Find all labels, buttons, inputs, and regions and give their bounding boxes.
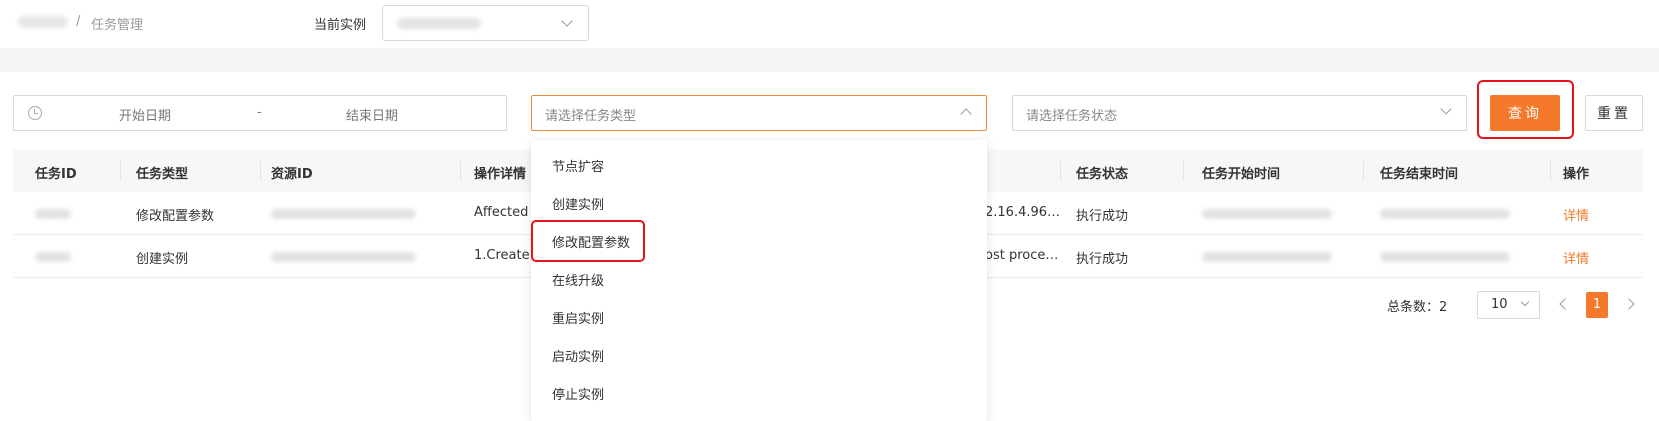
- start-time-blurred: [1202, 252, 1332, 262]
- task-status-cell: 执行成功: [1076, 209, 1129, 224]
- instance-value-blurred: [397, 18, 481, 29]
- task-type-cell: 创建实例: [136, 252, 189, 267]
- detail-link[interactable]: 详情: [1563, 205, 1589, 224]
- column-header-task-status: 任务状态: [1076, 167, 1129, 182]
- instance-select[interactable]: [382, 5, 589, 41]
- resource-id-blurred: [271, 252, 416, 262]
- resource-id-blurred: [271, 209, 416, 219]
- operation-detail-cell: 1.Create: [474, 248, 530, 263]
- start-time-blurred: [1202, 209, 1332, 219]
- chevron-right-icon[interactable]: [1623, 298, 1635, 310]
- chevron-down-icon: [1520, 297, 1530, 307]
- task-type-placeholder: 请选择任务类型: [545, 109, 637, 124]
- clock-icon: [28, 106, 42, 120]
- date-range-picker[interactable]: 开始日期 - 结束日期: [13, 95, 507, 131]
- task-type-cell: 修改配置参数: [136, 209, 215, 224]
- column-header-task-id: 任务ID: [35, 167, 77, 182]
- end-time-blurred: [1380, 209, 1510, 219]
- dropdown-option-create-instance[interactable]: 创建实例: [552, 194, 604, 213]
- breadcrumb-parent-blurred[interactable]: [18, 16, 68, 28]
- column-header-operation-detail: 操作详情: [474, 167, 527, 182]
- instance-label: 当前实例: [314, 18, 367, 33]
- column-divider: [1550, 161, 1551, 181]
- column-divider: [120, 161, 121, 181]
- task-status-placeholder: 请选择任务状态: [1026, 109, 1118, 124]
- column-header-action: 操作: [1563, 167, 1590, 182]
- page-size-value: 10: [1491, 297, 1508, 312]
- chevron-down-icon: [1440, 103, 1452, 115]
- breadcrumb-separator: /: [76, 14, 81, 29]
- task-id-blurred: [35, 209, 71, 219]
- column-divider: [260, 161, 261, 181]
- column-header-task-type: 任务类型: [136, 167, 189, 182]
- column-header-resource-id: 资源ID: [271, 167, 313, 182]
- column-divider: [1060, 161, 1061, 181]
- chevron-up-icon: [960, 108, 972, 120]
- column-header-end-time: 任务结束时间: [1380, 167, 1459, 182]
- start-date-input[interactable]: 开始日期: [119, 105, 171, 124]
- operation-detail-tail: 2.16.4.96…: [985, 205, 1061, 220]
- dropdown-option-highlight-box: [531, 220, 645, 262]
- column-divider: [1363, 161, 1364, 181]
- total-count: 总条数：2: [1387, 300, 1448, 315]
- task-status-select[interactable]: 请选择任务状态: [1012, 95, 1467, 131]
- query-button[interactable]: 查询: [1490, 95, 1560, 131]
- dropdown-option-online-upgrade[interactable]: 在线升级: [552, 270, 604, 289]
- chevron-left-icon[interactable]: [1559, 298, 1571, 310]
- chevron-down-icon: [561, 15, 573, 27]
- page-button-current[interactable]: 1: [1586, 292, 1608, 318]
- dropdown-option-restart-instance[interactable]: 重启实例: [552, 308, 604, 327]
- top-header: / 任务管理 当前实例: [0, 0, 1659, 46]
- column-divider: [1183, 161, 1184, 181]
- column-divider: [460, 161, 461, 181]
- dropdown-option-start-instance[interactable]: 启动实例: [552, 346, 604, 365]
- detail-link[interactable]: 详情: [1563, 248, 1589, 267]
- task-id-blurred: [35, 252, 71, 262]
- operation-detail-tail: ost proce…: [985, 248, 1059, 263]
- dropdown-option-node-scale-out[interactable]: 节点扩容: [552, 156, 604, 175]
- end-time-blurred: [1380, 252, 1510, 262]
- page-size-select[interactable]: 10: [1477, 291, 1540, 319]
- column-header-start-time: 任务开始时间: [1202, 167, 1281, 182]
- breadcrumb-current: 任务管理: [91, 18, 144, 33]
- page-divider-band: [0, 48, 1659, 72]
- task-status-cell: 执行成功: [1076, 252, 1129, 267]
- dropdown-option-stop-instance[interactable]: 停止实例: [552, 384, 604, 403]
- date-range-separator: -: [257, 105, 262, 120]
- end-date-input[interactable]: 结束日期: [346, 105, 398, 124]
- task-type-dropdown-menu: 节点扩容 创建实例 修改配置参数 在线升级 重启实例 启动实例 停止实例: [531, 140, 987, 421]
- reset-button[interactable]: 重置: [1585, 95, 1643, 131]
- task-type-select[interactable]: 请选择任务类型: [531, 95, 987, 131]
